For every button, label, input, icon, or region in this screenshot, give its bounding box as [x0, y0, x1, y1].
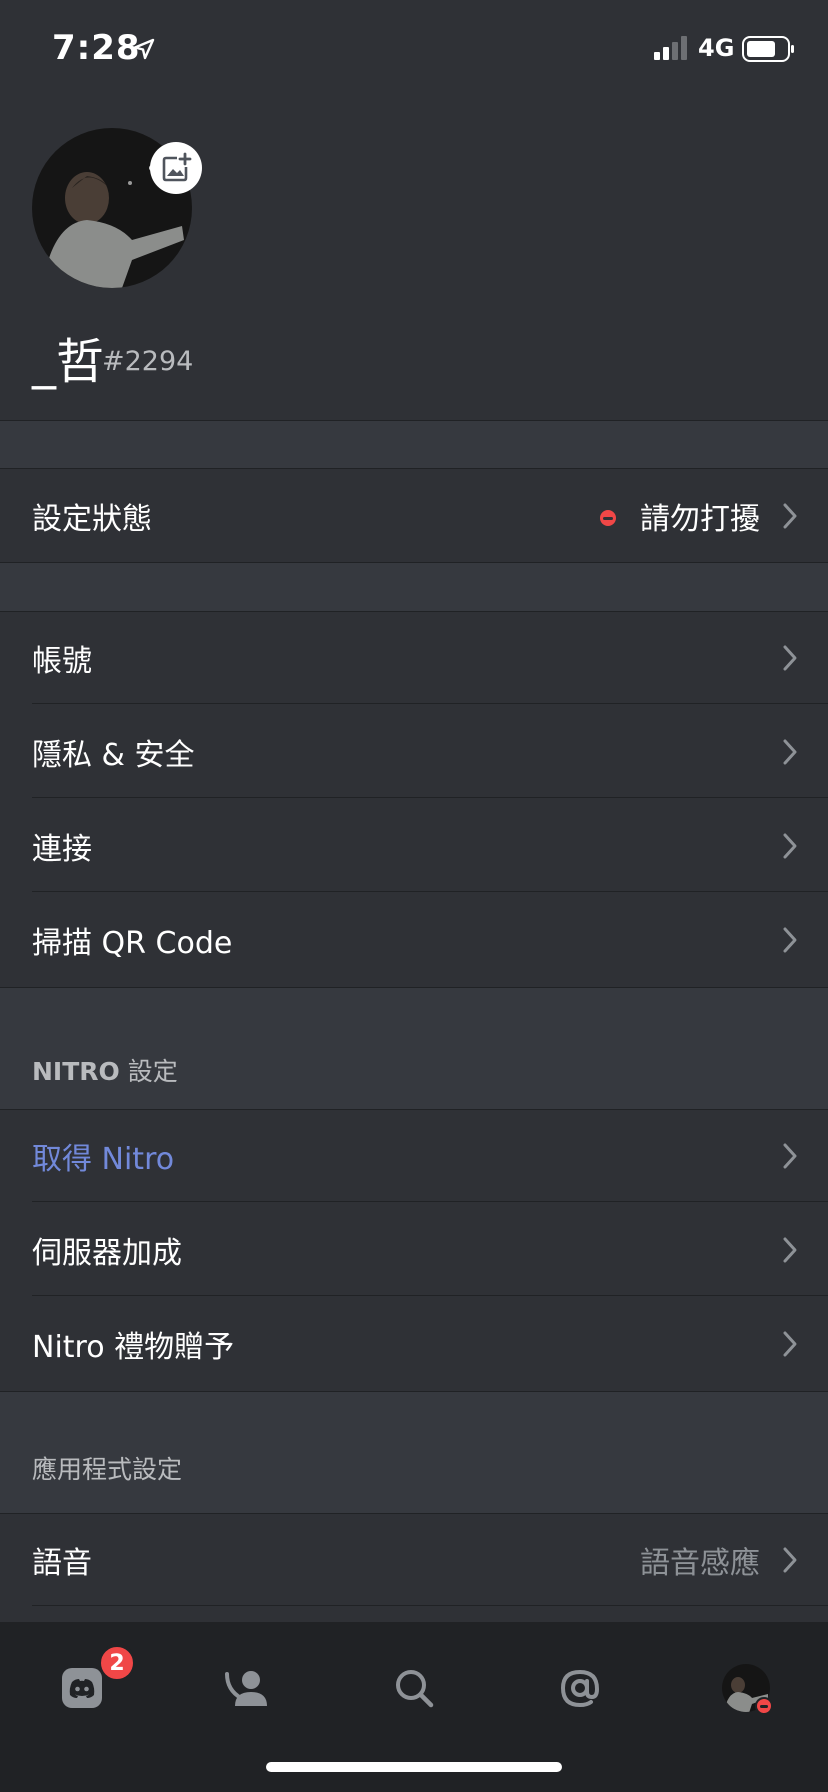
app-section-header-area: 應用程式設定	[0, 1392, 828, 1514]
do-not-disturb-icon	[600, 510, 616, 526]
chevron-right-icon	[783, 833, 797, 859]
home-notification-badge: 2	[98, 1644, 136, 1682]
settings-item-connections[interactable]: 連接	[0, 800, 828, 892]
set-status-label: 設定狀態	[32, 502, 152, 537]
app-settings-section-header: 應用程式設定	[32, 1455, 183, 1484]
voice-mode-value: 語音感應	[640, 1546, 760, 1581]
nitro-section-header-area: NITRO 設定	[0, 988, 828, 1110]
section-gap	[0, 421, 828, 469]
status-value: 請勿打擾	[640, 502, 760, 537]
divider	[32, 1295, 828, 1296]
settings-item-label: 伺服器加成	[32, 1236, 182, 1271]
chevron-right-icon	[783, 1237, 797, 1263]
status-time: 7:28	[52, 28, 141, 68]
status-bar: 7:28 4G	[0, 0, 828, 100]
divider	[32, 1605, 828, 1606]
settings-item-privacy-safety[interactable]: 隱私 & 安全	[0, 706, 828, 798]
settings-item-label: 語音	[32, 1546, 92, 1581]
search-icon	[396, 1670, 434, 1708]
chevron-right-icon	[783, 1143, 797, 1169]
nitro-section-header-rest: 設定	[119, 1057, 178, 1086]
profile-avatar-small	[721, 1663, 773, 1715]
do-not-disturb-status-icon	[755, 1697, 773, 1715]
divider	[32, 797, 828, 798]
chevron-right-icon	[783, 739, 797, 765]
mentions-icon	[560, 1669, 600, 1708]
tab-mentions[interactable]	[540, 1648, 620, 1728]
set-status-row[interactable]: 設定狀態 請勿打擾	[0, 470, 828, 562]
add-image-icon	[162, 152, 192, 182]
settings-item-account[interactable]: 帳號	[0, 612, 828, 704]
location-arrow-icon	[133, 38, 155, 60]
discord-home-icon	[62, 1668, 102, 1708]
tab-search[interactable]	[374, 1648, 454, 1728]
settings-item-get-nitro[interactable]: 取得 Nitro	[0, 1110, 828, 1202]
section-gap	[0, 563, 828, 611]
chevron-right-icon	[783, 1547, 797, 1573]
divider	[32, 1201, 828, 1202]
chevron-right-icon	[783, 503, 797, 529]
settings-item-label: 隱私 & 安全	[32, 738, 195, 773]
chevron-right-icon	[783, 645, 797, 671]
settings-item-nitro-gifting[interactable]: Nitro 禮物贈予	[0, 1298, 828, 1390]
cellular-signal-icon	[654, 36, 687, 60]
chevron-right-icon	[783, 927, 797, 953]
tab-friends[interactable]	[208, 1648, 288, 1728]
nitro-section-header: NITRO 設定	[32, 1052, 178, 1088]
settings-item-voice[interactable]: 語音 語音感應	[0, 1514, 828, 1606]
settings-item-label: 帳號	[32, 644, 92, 679]
chevron-right-icon	[783, 1331, 797, 1357]
settings-item-server-boost[interactable]: 伺服器加成	[0, 1204, 828, 1296]
settings-item-label: 取得 Nitro	[32, 1142, 175, 1177]
divider	[32, 891, 828, 892]
settings-item-scan-qr-code[interactable]: 掃描 QR Code	[0, 894, 828, 986]
user-discriminator: #2294	[102, 346, 194, 377]
change-avatar-button[interactable]	[150, 142, 202, 194]
settings-item-label: 掃描 QR Code	[32, 926, 233, 961]
username: _哲	[32, 334, 105, 390]
settings-item-label: 連接	[32, 832, 92, 867]
friends-icon	[225, 1671, 267, 1706]
nitro-section-header-bold: NITRO	[32, 1057, 120, 1086]
battery-icon	[742, 36, 794, 62]
settings-item-label: Nitro 禮物贈予	[32, 1330, 235, 1365]
tab-profile[interactable]	[706, 1648, 786, 1728]
profile-avatar-container[interactable]	[32, 128, 202, 288]
home-indicator	[266, 1762, 562, 1772]
divider	[0, 468, 828, 469]
network-type: 4G	[698, 34, 735, 62]
divider	[32, 703, 828, 704]
